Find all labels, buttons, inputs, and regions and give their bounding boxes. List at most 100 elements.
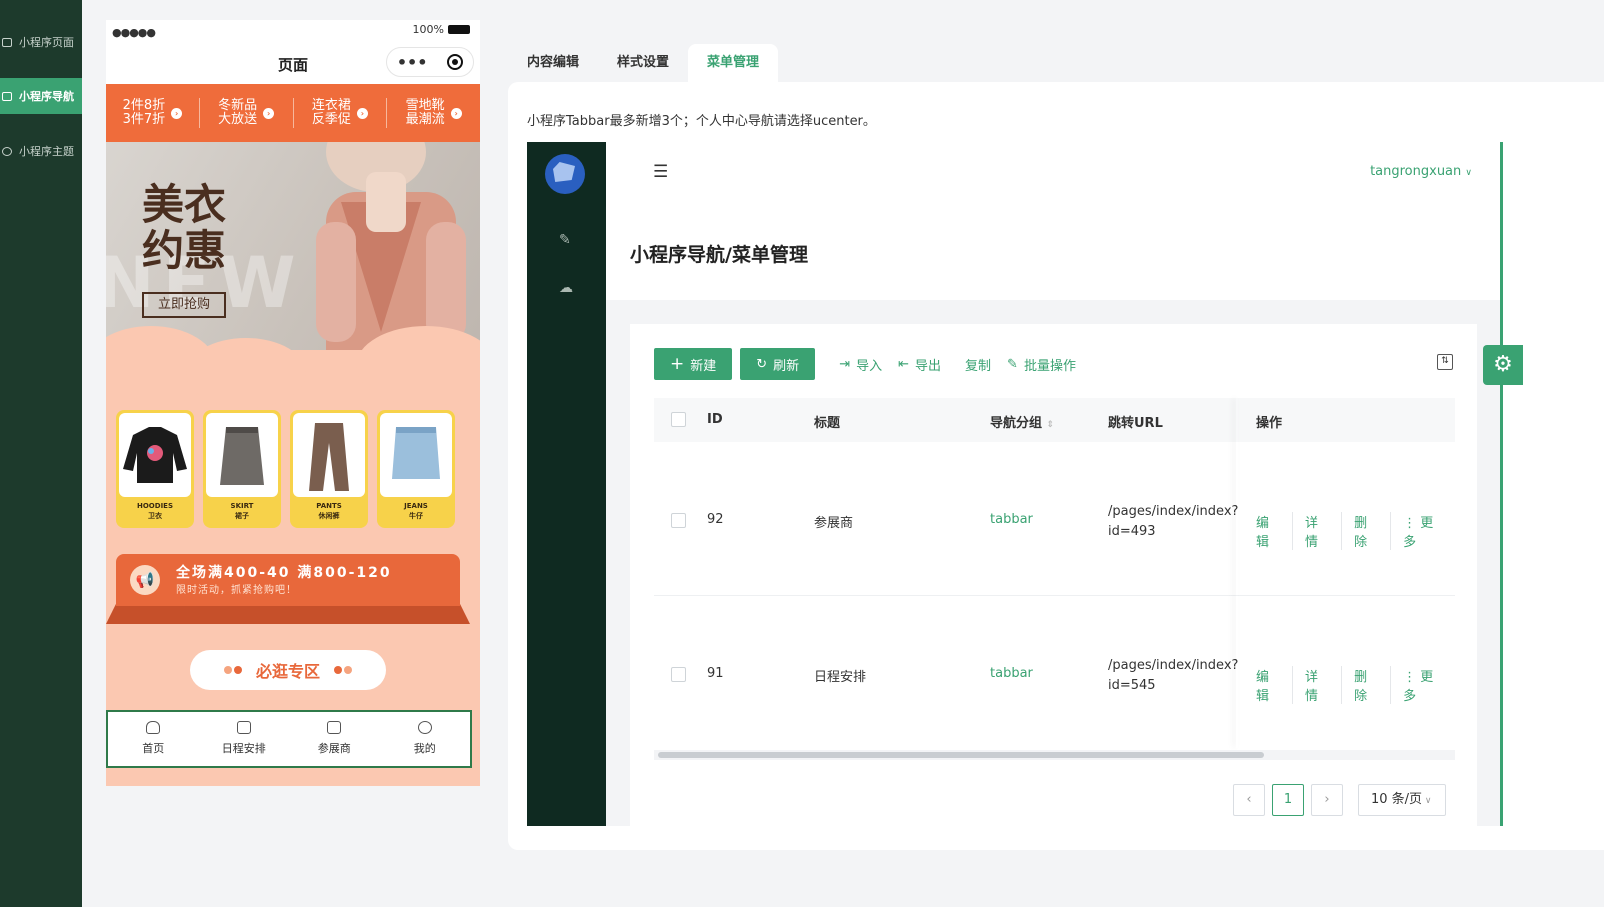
toolbar: + 新建 ↻ 刷新 ⇥ 导入 ⇤ 导出 复制 ✎ 批量操作 — [654, 348, 1076, 380]
more-link[interactable]: ⋮ 更多 — [1391, 512, 1455, 550]
sale-banner[interactable]: 📢 全场满400-40 满800-120 限时活动，抓紧抢购吧！ — [106, 554, 470, 624]
promo-item[interactable]: 雪地靴 最潮流 › — [387, 98, 480, 128]
tab-schedule[interactable]: 日程安排 — [199, 712, 290, 766]
chevron-down-icon: ∨ — [1422, 796, 1432, 806]
category-card[interactable]: JEANS 牛仔 — [377, 410, 455, 528]
editor-tabs: 内容编辑 样式设置 菜单管理 — [508, 44, 779, 82]
fixed-column-shadow — [1236, 398, 1238, 748]
menu-fold-icon[interactable]: ☰ — [653, 162, 668, 182]
wechat-icon[interactable]: ☁ — [559, 280, 573, 296]
buy-now-button[interactable]: 立即抢购 — [142, 292, 226, 318]
horizontal-scrollbar[interactable] — [654, 750, 1455, 760]
page-size-label: 10 条/页 — [1371, 792, 1423, 807]
export-icon: ⇤ — [898, 356, 910, 372]
refresh-label: 刷新 — [773, 358, 800, 374]
drawer-edge — [1500, 142, 1503, 826]
admin-header: ☰ tangrongxuan ∨ — [606, 142, 1500, 204]
sidebar-item-label: 小程序主题 — [19, 145, 74, 158]
left-sidebar: 小程序页面 小程序导航 小程序主题 — [0, 0, 82, 907]
tab-mine[interactable]: 我的 — [380, 712, 471, 766]
category-en: PANTS — [316, 502, 342, 510]
tab-content-edit[interactable]: 内容编辑 — [508, 44, 598, 82]
mini-program-capsule[interactable]: ••• — [386, 47, 474, 77]
promo-item[interactable]: 连衣裙 反季促 › — [294, 98, 388, 128]
column-settings-icon[interactable]: ⇅ — [1437, 354, 1453, 370]
export-button[interactable]: ⇤ 导出 — [898, 355, 941, 374]
sale-subline: 限时活动，抓紧抢购吧！ — [176, 585, 297, 596]
cell-group: tabbar — [990, 666, 1033, 681]
gear-icon[interactable]: ⚙ — [1483, 345, 1523, 385]
detail-link[interactable]: 详情 — [1293, 512, 1343, 550]
refresh-button[interactable]: ↻ 刷新 — [740, 348, 816, 380]
select-all-checkbox[interactable] — [671, 412, 686, 427]
delete-link[interactable]: 删除 — [1342, 512, 1392, 550]
sidebar-item-label: 小程序页面 — [19, 36, 74, 49]
col-id: ID — [707, 412, 723, 427]
more-icon[interactable]: ••• — [397, 53, 428, 72]
home-icon — [146, 721, 161, 734]
page-number[interactable]: 1 — [1272, 784, 1304, 816]
col-group[interactable]: 导航分组 ⇕ — [990, 412, 1054, 431]
pagination: ‹ 1 › 10 条/页 ∨ — [630, 784, 1477, 816]
table-row: 91 日程安排 tabbar /pages/index/index? id=545… — [654, 596, 1455, 750]
admin-frame: ✎ ☁ ☰ tangrongxuan ∨ 小程序导航/菜单管理 + 新建 ↻ 刷新 … — [527, 142, 1500, 826]
new-button[interactable]: + 新建 — [654, 348, 733, 380]
sidebar-item-pages[interactable]: 小程序页面 — [0, 24, 82, 60]
sidebar-item-navigation[interactable]: 小程序导航 — [0, 78, 82, 114]
promo-item[interactable]: 冬新品 大放送 › — [200, 98, 294, 128]
detail-link[interactable]: 详情 — [1293, 666, 1343, 704]
cell-id: 92 — [707, 512, 724, 527]
user-icon — [417, 721, 432, 734]
row-actions: 编辑 详情 删除 ⋮ 更多 — [1256, 512, 1455, 550]
page-size-select[interactable]: 10 条/页 ∨ — [1358, 784, 1446, 816]
more-link[interactable]: ⋮ 更多 — [1391, 666, 1455, 704]
col-ops: 操作 — [1256, 416, 1283, 431]
delete-link[interactable]: 删除 — [1342, 666, 1392, 704]
nav-icon — [2, 91, 12, 101]
hoodie-image — [119, 413, 191, 497]
battery: 100% — [413, 23, 470, 36]
brush-icon[interactable]: ✎ — [559, 232, 571, 248]
tab-exhibitors[interactable]: 参展商 — [289, 712, 380, 766]
promo-line: 3件7折 — [122, 112, 166, 127]
megaphone-icon: 📢 — [130, 565, 160, 595]
prev-page-button[interactable]: ‹ — [1233, 784, 1265, 816]
edit-link[interactable]: 编辑 — [1256, 666, 1294, 704]
tab-style-settings[interactable]: 样式设置 — [598, 44, 688, 82]
batch-button[interactable]: ✎ 批量操作 — [1007, 355, 1076, 374]
sidebar-item-theme[interactable]: 小程序主题 — [0, 133, 82, 169]
row-checkbox[interactable] — [671, 513, 686, 528]
chevron-down-icon: ∨ — [1465, 168, 1472, 178]
jeans-image — [380, 413, 452, 497]
category-card[interactable]: PANTS 休闲裤 — [290, 410, 368, 528]
close-target-icon[interactable] — [447, 54, 464, 70]
chevron-right-icon: › — [263, 107, 275, 119]
category-cn: 卫衣 — [148, 512, 162, 520]
promo-line: 大放送 — [218, 112, 258, 127]
category-label: PANTS 休闲裤 — [290, 501, 368, 521]
next-page-button[interactable]: › — [1311, 784, 1343, 816]
plus-icon: + — [670, 354, 685, 374]
col-group-label: 导航分组 — [990, 416, 1043, 431]
promo-item[interactable]: 2件8折 3件7折 › — [106, 98, 200, 128]
edit-link[interactable]: 编辑 — [1256, 512, 1294, 550]
sale-headline: 全场满400-40 满800-120 — [176, 565, 392, 581]
category-card[interactable]: HOODIES 卫衣 — [116, 410, 194, 528]
scrollbar-thumb[interactable] — [658, 752, 1264, 758]
battery-icon — [448, 25, 470, 34]
import-button[interactable]: ⇥ 导入 — [839, 355, 882, 374]
category-card[interactable]: SKIRT 裙子 — [203, 410, 281, 528]
page-icon — [2, 37, 12, 47]
copy-button[interactable]: 复制 — [965, 355, 991, 374]
tab-home[interactable]: 首页 — [108, 712, 199, 766]
import-icon: ⇥ — [839, 356, 851, 372]
must-visit-button[interactable]: 必逛专区 — [190, 650, 386, 690]
url-line: id=545 — [1108, 678, 1156, 693]
user-dropdown[interactable]: tangrongxuan ∨ — [1370, 164, 1472, 179]
phone-header: 页面 ••• — [106, 42, 480, 84]
chevron-right-icon: › — [356, 107, 368, 119]
tab-menu-management[interactable]: 菜单管理 — [688, 44, 779, 82]
signal-dots: ●●●●● — [112, 26, 156, 39]
row-checkbox[interactable] — [671, 667, 686, 682]
sort-icon[interactable]: ⇕ — [1047, 420, 1055, 430]
